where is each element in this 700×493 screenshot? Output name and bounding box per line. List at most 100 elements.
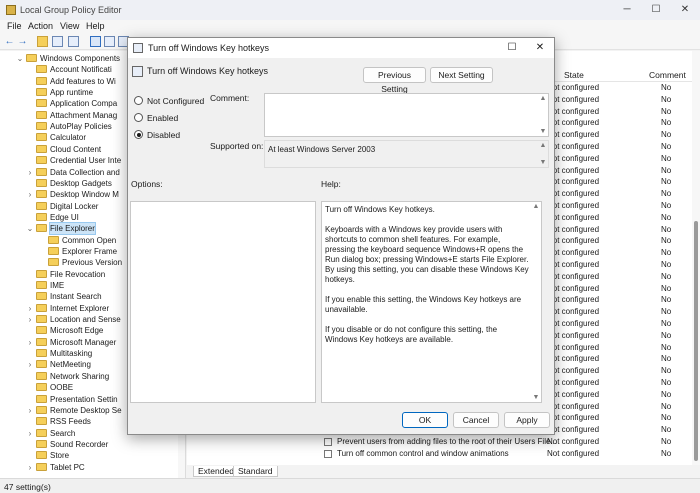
tab-standard[interactable]: Standard: [233, 466, 278, 477]
folder-icon: [36, 337, 47, 346]
chevron-right-icon[interactable]: ›: [26, 303, 34, 314]
tree-item-label: Edge UI: [50, 212, 79, 222]
tree-item-label: Calculator: [50, 133, 87, 143]
tree-item-label: Credential User Inte: [50, 156, 122, 166]
column-state[interactable]: State: [564, 70, 584, 80]
comment-textarea[interactable]: ▲ ▼: [264, 93, 549, 137]
scroll-up-icon[interactable]: ▲: [538, 142, 548, 149]
dialog-title: Turn off Windows Key hotkeys: [148, 43, 270, 53]
tree-item-label: Attachment Manag: [50, 110, 118, 120]
folder-icon: [36, 394, 47, 403]
scroll-down-icon[interactable]: ▼: [538, 128, 548, 135]
minimize-button[interactable]: ─: [614, 2, 640, 18]
tree-item-label: Search: [50, 428, 76, 438]
menu-view[interactable]: View: [60, 21, 79, 31]
folder-up-icon[interactable]: [37, 36, 48, 47]
dialog-maximize-button[interactable]: ☐: [501, 40, 523, 56]
folder-icon: [36, 315, 47, 324]
chevron-right-icon[interactable]: ›: [26, 462, 34, 473]
chevron-right-icon[interactable]: ›: [26, 314, 34, 325]
comment-cell: No: [661, 413, 672, 423]
next-setting-button[interactable]: Next Setting: [430, 67, 493, 83]
chevron-right-icon[interactable]: ›: [26, 428, 34, 439]
folder-icon: [36, 405, 47, 414]
tree-item-label: Instant Search: [50, 292, 102, 302]
menu-file[interactable]: File: [7, 21, 22, 31]
dialog-close-button[interactable]: ✕: [529, 40, 551, 56]
properties-icon[interactable]: [104, 36, 115, 47]
folder-icon: [48, 258, 59, 267]
supported-scrollbar[interactable]: ▲ ▼: [538, 141, 548, 167]
chevron-right-icon[interactable]: ›: [26, 359, 34, 370]
menu-help[interactable]: Help: [86, 21, 105, 31]
menu-bar: File Action View Help: [0, 20, 700, 34]
table-row[interactable]: Prevent users from adding files to the r…: [187, 436, 692, 448]
policy-setting-dialog: Turn off Windows Key hotkeys ☐ ✕ Turn of…: [127, 37, 555, 435]
folder-icon: [48, 235, 59, 244]
state-cell: Not configured: [547, 448, 600, 458]
tree-item[interactable]: Sound Recorder: [0, 439, 178, 450]
chevron-down-icon[interactable]: ⌄: [16, 53, 24, 64]
comment-cell: No: [661, 201, 672, 210]
chevron-right-icon[interactable]: ›: [26, 189, 34, 200]
tree-item-label: App runtime: [50, 88, 94, 98]
title-bar: Local Group Policy Editor ─ ☐ ✕: [0, 0, 700, 20]
comment-cell: No: [661, 319, 672, 328]
comment-scrollbar[interactable]: ▲ ▼: [538, 94, 548, 136]
chevron-right-icon[interactable]: ›: [26, 337, 34, 348]
folder-icon: [36, 451, 47, 460]
chevron-right-icon[interactable]: ›: [26, 405, 34, 416]
forward-arrow-icon[interactable]: →: [17, 36, 28, 47]
tree-item-label: File Revocation: [50, 269, 106, 279]
view-tabs: Extended Standard: [187, 465, 700, 478]
tree-item-label: Microsoft Edge: [50, 326, 104, 336]
setting-name: Turn off Windows Key hotkeys: [147, 66, 269, 76]
menu-action[interactable]: Action: [28, 21, 53, 31]
setting-name-cell: Turn off common control and window anima…: [337, 448, 509, 458]
tree-item-label: Location and Sense: [50, 315, 121, 325]
maximize-button[interactable]: ☐: [643, 2, 669, 18]
status-text: 47 setting(s): [4, 482, 51, 492]
cancel-button[interactable]: Cancel: [453, 412, 499, 428]
radio-not-configured-label: Not Configured: [147, 96, 205, 106]
tree-item-label: Digital Locker: [50, 201, 99, 211]
back-arrow-icon[interactable]: ←: [4, 36, 15, 47]
export-list-icon[interactable]: [68, 36, 79, 47]
help-icon[interactable]: [90, 36, 101, 47]
folder-icon: [36, 156, 47, 165]
list-scrollbar[interactable]: [692, 51, 700, 478]
tree-item-label: Network Sharing: [50, 371, 110, 381]
chevron-down-icon[interactable]: ⌄: [26, 223, 34, 234]
table-row[interactable]: Turn off common control and window anima…: [187, 448, 692, 460]
tree-item[interactable]: › Tablet PC: [0, 462, 178, 473]
comment-cell: No: [661, 354, 672, 364]
radio-disabled-label: Disabled: [147, 130, 181, 140]
previous-setting-button[interactable]: Previous Setting: [363, 67, 426, 94]
comment-cell: No: [661, 165, 672, 175]
tree-item-label: NetMeeting: [50, 360, 91, 370]
close-button[interactable]: ✕: [672, 2, 698, 18]
column-comment[interactable]: Comment: [649, 70, 686, 80]
help-paragraph: Keyboards with a Windows key provide use…: [325, 225, 529, 284]
radio-enabled-label: Enabled: [147, 113, 179, 123]
chevron-right-icon[interactable]: ›: [26, 167, 34, 178]
help-scrollbar[interactable]: ▲ ▼: [531, 202, 541, 402]
scroll-down-icon[interactable]: ▼: [531, 394, 541, 401]
list-scroll-thumb[interactable]: [694, 221, 698, 461]
options-label: Options:: [131, 179, 163, 189]
comment-cell: No: [661, 330, 672, 340]
radio-disabled[interactable]: [134, 130, 143, 139]
scroll-up-icon[interactable]: ▲: [538, 95, 548, 102]
comment-cell: No: [661, 142, 672, 151]
folder-icon: [36, 65, 47, 74]
ok-button[interactable]: OK: [402, 412, 448, 428]
apply-button[interactable]: Apply: [504, 412, 550, 428]
comment-cell: No: [661, 295, 672, 305]
radio-enabled[interactable]: [134, 113, 143, 122]
scroll-up-icon[interactable]: ▲: [531, 203, 541, 210]
show-hide-tree-icon[interactable]: [52, 36, 63, 47]
radio-not-configured[interactable]: [134, 96, 143, 105]
comment-cell: No: [661, 212, 672, 222]
scroll-down-icon[interactable]: ▼: [538, 159, 548, 166]
tree-item[interactable]: Store: [0, 450, 178, 461]
